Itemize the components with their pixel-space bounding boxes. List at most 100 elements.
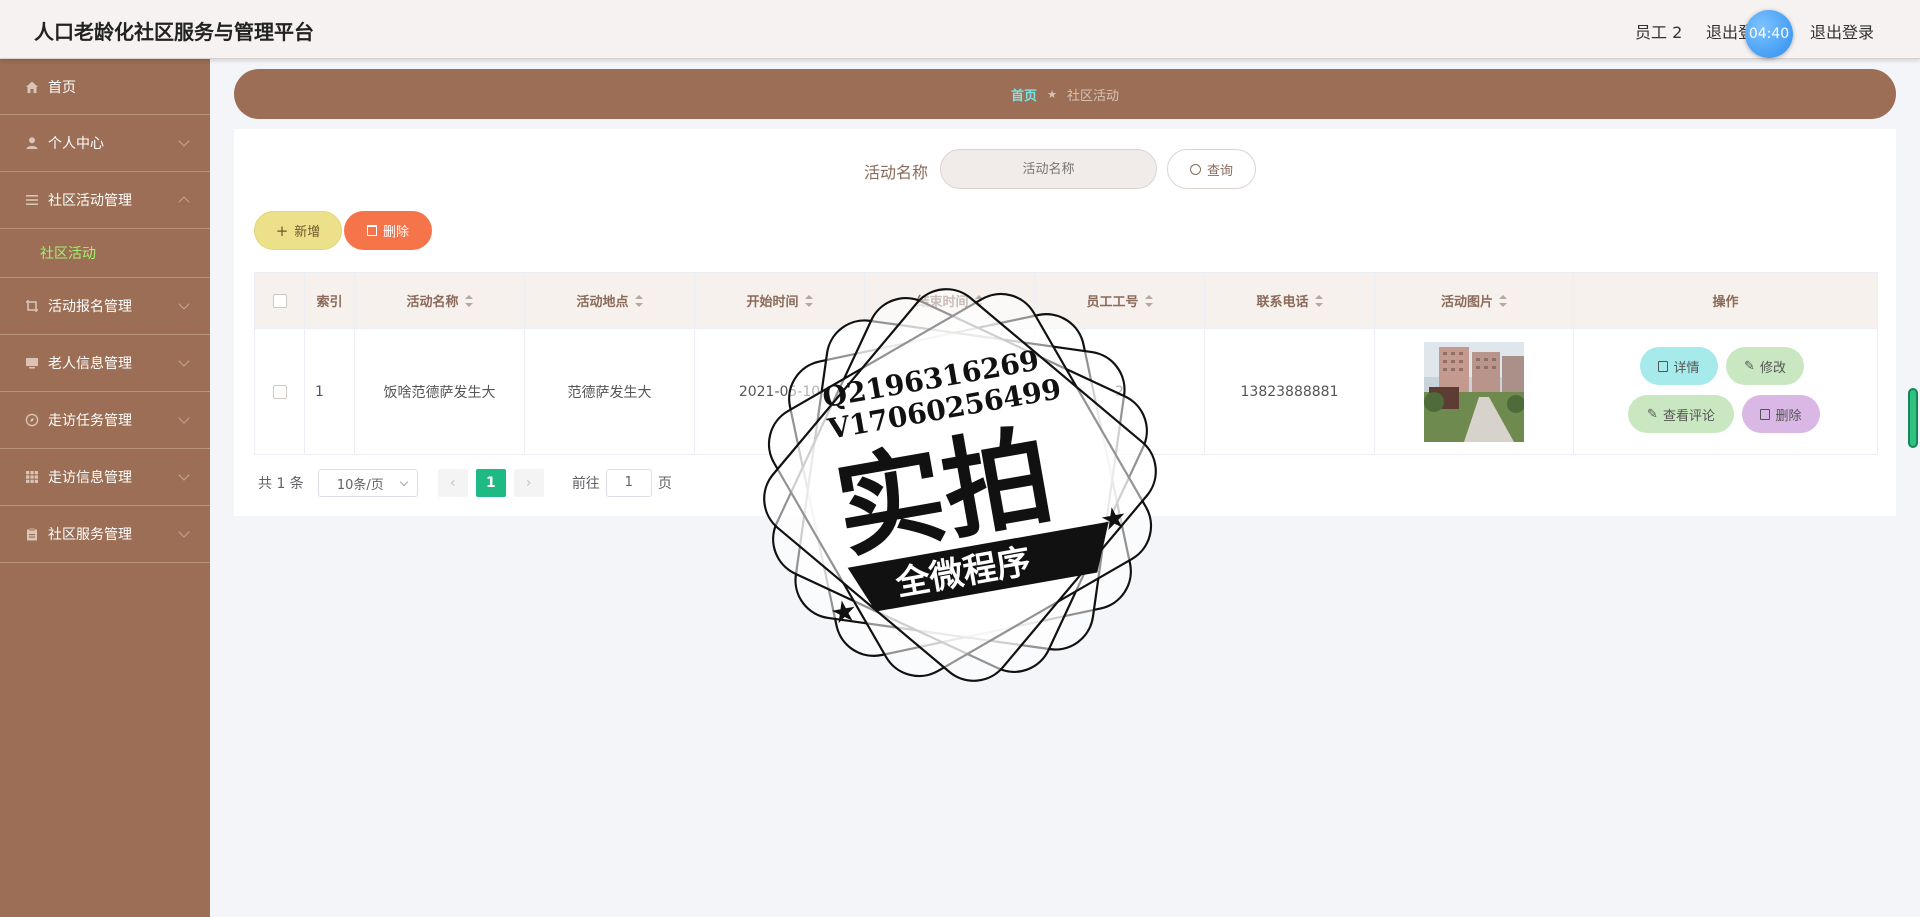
cell-employee: 2 [1035, 329, 1205, 454]
pencil-icon: ✎ [1744, 358, 1755, 374]
cell-phone: 13823888881 [1205, 329, 1375, 454]
col-header-label: 员工工号 [1086, 295, 1139, 310]
delete-row-label: 删除 [1775, 408, 1802, 424]
sort-icon[interactable] [464, 294, 473, 307]
page-number[interactable]: 1 [475, 469, 506, 497]
delete-row-button[interactable]: 删除 [1742, 395, 1820, 433]
sort-icon[interactable] [974, 294, 983, 307]
sidebar-item-label: 首页 [48, 79, 76, 96]
menu-icon [24, 192, 40, 208]
trash-icon [1760, 408, 1771, 420]
col-header-location[interactable]: 活动地点 [525, 273, 695, 328]
col-header-image[interactable]: 活动图片 [1375, 273, 1574, 328]
home-icon [24, 79, 40, 95]
col-header-label: 操作 [1712, 295, 1739, 310]
detail-button[interactable]: 详情 [1640, 347, 1718, 385]
side-scroll-handle[interactable] [1908, 388, 1918, 448]
chevron-up-icon [178, 196, 190, 208]
sort-icon[interactable] [1144, 294, 1153, 307]
col-header-end[interactable]: 结束时间 [865, 273, 1035, 328]
sidebar-item-label: 老人信息管理 [48, 356, 132, 372]
edit-button[interactable]: ✎ 修改 [1726, 347, 1804, 385]
compass-icon [24, 412, 40, 428]
sidebar-item-signup-manage[interactable]: 活动报名管理 [0, 278, 210, 335]
search-label: 活动名称 [864, 163, 929, 182]
chevron-down-icon [178, 135, 190, 147]
cell-name: 饭啥范德萨发生大 [355, 329, 525, 454]
select-all-cell [255, 273, 305, 328]
batch-delete-button[interactable]: 删除 [344, 211, 432, 250]
current-user: 员工 2 [1635, 23, 1683, 42]
cell-start: 2021-05-10 [695, 329, 865, 454]
sidebar-item-home[interactable]: 首页 [0, 59, 210, 115]
sort-icon[interactable] [804, 294, 813, 307]
sidebar-item-visit-task[interactable]: 走访任务管理 [0, 392, 210, 449]
chevron-down-icon [178, 355, 190, 367]
col-header-employee[interactable]: 员工工号 [1035, 273, 1205, 328]
view-comments-button[interactable]: ✎ 查看评论 [1628, 395, 1734, 433]
plus-icon: + [275, 221, 289, 240]
watermark-banner: 全微程序 [892, 541, 1034, 604]
sort-icon[interactable] [634, 294, 643, 307]
cell-end: 2021-05-29 [865, 329, 1035, 454]
col-header-label: 联系电话 [1256, 295, 1309, 310]
cell-actions: 详情 ✎ 修改 ✎ 查看评论 删除 [1574, 329, 1877, 454]
col-header-name[interactable]: 活动名称 [355, 273, 525, 328]
select-all-checkbox[interactable] [272, 293, 287, 308]
col-header-label: 活动地点 [576, 295, 629, 310]
goto-page-input[interactable]: 1 [605, 469, 652, 497]
sidebar-subitem-activity[interactable]: 社区活动 [0, 229, 210, 278]
star-icon: ★ [1047, 87, 1057, 101]
breadcrumb-current: 社区活动 [1066, 88, 1119, 104]
pagination: 共 1 条 10条/页 ‹ 1 › 前往 1 页 [258, 469, 672, 497]
chevron-down-icon [178, 298, 190, 310]
pencil-icon: ✎ [1647, 406, 1658, 422]
col-header-label: 结束时间 [916, 295, 969, 310]
chevron-down-icon [399, 477, 409, 486]
sidebar-item-elder-manage[interactable]: 老人信息管理 [0, 335, 210, 392]
sidebar-subitem-label: 社区活动 [40, 246, 96, 262]
sidebar-item-label: 社区活动管理 [48, 193, 132, 209]
app-title: 人口老龄化社区服务与管理平台 [34, 20, 314, 44]
logout-link[interactable]: 退出登录 [1810, 19, 1874, 43]
sidebar-item-label: 走访任务管理 [48, 413, 132, 429]
cell-index: 1 [305, 329, 355, 454]
search-button-label: 查询 [1206, 163, 1233, 179]
chevron-left-icon: ‹ [450, 475, 456, 491]
main-panel: 活动名称 查询 + 新增 删除 索引 活动名称 活动地点 开始时间 结束时间 员… [234, 129, 1896, 516]
sidebar-item-visit-info[interactable]: 走访信息管理 [0, 449, 210, 506]
sidebar: 首页 个人中心 社区活动管理 社区活动 活动报名管理 老人信息管理 走访任务管理… [0, 59, 210, 917]
activity-image[interactable] [1424, 341, 1524, 442]
sidebar-item-activity-manage[interactable]: 社区活动管理 [0, 172, 210, 229]
add-button[interactable]: + 新增 [254, 211, 342, 250]
trash-icon [366, 225, 377, 236]
next-page-button[interactable]: › [513, 469, 544, 497]
chevron-down-icon [178, 469, 190, 481]
clipboard-icon [24, 526, 40, 542]
col-header-label: 开始时间 [746, 295, 799, 310]
page-size-select[interactable]: 10条/页 [317, 469, 418, 497]
col-header-phone[interactable]: 联系电话 [1205, 273, 1375, 328]
sidebar-item-label: 个人中心 [48, 136, 104, 152]
search-input[interactable] [940, 149, 1157, 189]
search-icon [1189, 163, 1201, 175]
sort-icon[interactable] [1314, 294, 1323, 307]
breadcrumb: 首页 ★ 社区活动 [234, 69, 1896, 119]
crop-icon [24, 298, 40, 314]
sidebar-item-service-manage[interactable]: 社区服务管理 [0, 506, 210, 563]
cell-location: 范德萨发生大 [525, 329, 695, 454]
goto-suffix: 页 [657, 476, 672, 492]
row-select-cell [255, 329, 305, 454]
col-header-start[interactable]: 开始时间 [695, 273, 865, 328]
detail-label: 详情 [1673, 360, 1700, 376]
prev-page-button[interactable]: ‹ [437, 469, 468, 497]
top-header: 人口老龄化社区服务与管理平台 员工 2 退出登录 04:40 退出登录 [0, 0, 1920, 59]
sidebar-item-profile[interactable]: 个人中心 [0, 115, 210, 172]
breadcrumb-home[interactable]: 首页 [1011, 85, 1037, 104]
total-count: 共 1 条 [258, 476, 304, 492]
chevron-right-icon: › [526, 475, 532, 491]
search-button[interactable]: 查询 [1167, 149, 1256, 189]
edit-label: 修改 [1759, 360, 1786, 376]
row-checkbox[interactable] [272, 384, 287, 399]
sort-icon[interactable] [1499, 294, 1507, 307]
